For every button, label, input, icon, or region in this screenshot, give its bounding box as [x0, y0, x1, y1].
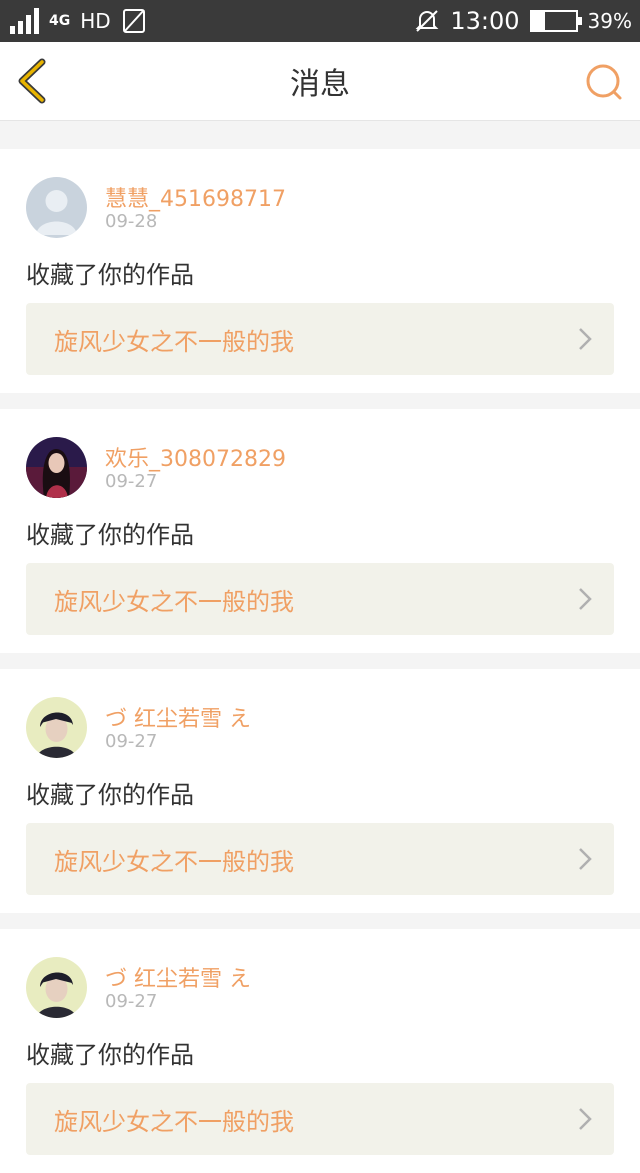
avatar[interactable] [26, 957, 87, 1018]
chevron-right-icon [579, 588, 592, 610]
avatar[interactable] [26, 697, 87, 758]
message-date: 09-27 [105, 731, 158, 752]
message-card: づ 红尘若雪 え 09-27 收藏了你的作品 旋风少女之不一般的我 [0, 669, 640, 913]
username[interactable]: づ 红尘若雪 え [105, 961, 251, 993]
clock: 13:00 [450, 7, 520, 35]
message-card: 欢乐_308072829 09-27 收藏了你的作品 旋风少女之不一般的我 [0, 409, 640, 653]
chevron-right-icon [579, 328, 592, 350]
action-text: 收藏了你的作品 [26, 521, 194, 549]
action-text: 收藏了你的作品 [26, 261, 194, 289]
work-link[interactable]: 旋风少女之不一般的我 [26, 1083, 614, 1155]
app-header: 消息 [0, 42, 640, 121]
page-title: 消息 [290, 67, 350, 102]
message-date: 09-27 [105, 471, 158, 492]
status-bar: 4G HD 13:00 39% [0, 0, 640, 42]
username[interactable]: づ 红尘若雪 え [105, 701, 251, 733]
battery-percent: 39% [587, 9, 632, 33]
back-arrow-icon[interactable] [14, 56, 54, 106]
chevron-right-icon [579, 848, 592, 870]
work-link[interactable]: 旋风少女之不一般的我 [26, 303, 614, 375]
message-date: 09-27 [105, 991, 158, 1012]
username[interactable]: 慧慧_451698717 [105, 181, 286, 213]
battery-icon [529, 10, 582, 32]
message-card: づ 红尘若雪 え 09-27 收藏了你的作品 旋风少女之不一般的我 [0, 929, 640, 1173]
network-type: 4G [49, 12, 71, 29]
work-link[interactable]: 旋风少女之不一般的我 [26, 563, 614, 635]
work-link[interactable]: 旋风少女之不一般的我 [26, 823, 614, 895]
hd-label: HD [80, 9, 111, 33]
work-title: 旋风少女之不一般的我 [54, 327, 294, 356]
username[interactable]: 欢乐_308072829 [105, 441, 286, 473]
message-card: 慧慧_451698717 09-28 收藏了你的作品 旋风少女之不一般的我 [0, 149, 640, 393]
avatar[interactable] [26, 437, 87, 498]
work-title: 旋风少女之不一般的我 [54, 1107, 294, 1136]
action-text: 收藏了你的作品 [26, 781, 194, 809]
avatar[interactable] [26, 177, 87, 238]
chevron-right-icon [579, 1108, 592, 1130]
work-title: 旋风少女之不一般的我 [54, 847, 294, 876]
search-icon[interactable] [584, 62, 624, 102]
work-title: 旋风少女之不一般的我 [54, 587, 294, 616]
mute-icon [415, 10, 439, 32]
message-date: 09-28 [105, 211, 158, 232]
action-text: 收藏了你的作品 [26, 1041, 194, 1069]
message-list: 慧慧_451698717 09-28 收藏了你的作品 旋风少女之不一般的我 欢乐… [0, 133, 640, 1173]
no-sim-icon [122, 9, 145, 33]
signal-icon [10, 8, 39, 34]
